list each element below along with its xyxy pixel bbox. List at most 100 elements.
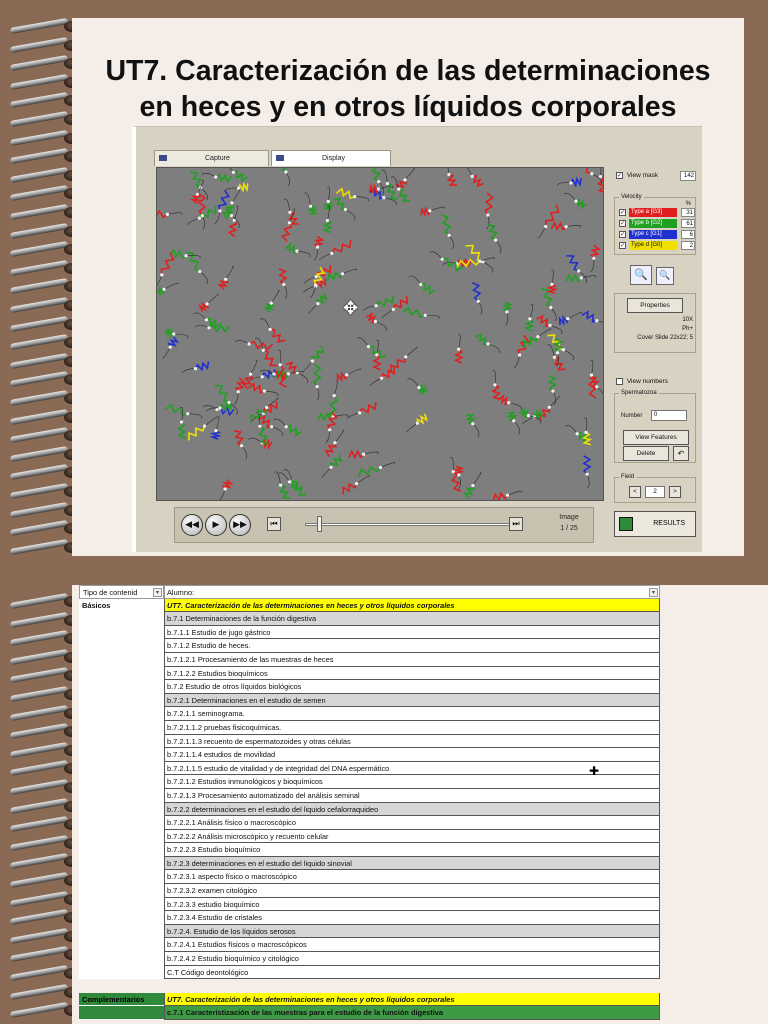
content-type-cell[interactable]: Complementarios	[79, 992, 164, 1007]
content-cell[interactable]: b.7.1.2 Estudio de heces.	[164, 639, 660, 653]
content-type-cell[interactable]	[79, 748, 164, 762]
content-type-cell[interactable]	[79, 843, 164, 857]
velocity-checkbox[interactable]: ✓	[619, 242, 626, 249]
seek-end-button[interactable]: ⏭	[509, 517, 523, 531]
content-cell[interactable]: b.7.1.2.2 Estudios bioquímicos	[164, 666, 660, 681]
content-type-cell[interactable]	[79, 707, 164, 721]
content-type-cell[interactable]	[79, 639, 164, 653]
play-button[interactable]: ▶	[205, 514, 227, 536]
content-cell[interactable]: UT7. Caracterización de las determinacio…	[164, 598, 660, 613]
content-cell[interactable]: b.7.2.4.1 Estudios físicos o macroscópic…	[164, 938, 660, 953]
number-input[interactable]: 0	[651, 410, 687, 421]
field-prev-button[interactable]: <	[629, 486, 641, 498]
sperm-head	[440, 257, 444, 261]
view-features-button[interactable]: View Features	[623, 430, 689, 445]
content-type-cell[interactable]	[79, 680, 164, 694]
content-type-cell[interactable]	[79, 761, 164, 776]
content-cell[interactable]: b.7.2.1.1.4 estudios de movilidad	[164, 748, 660, 762]
content-type-cell[interactable]	[79, 829, 164, 844]
image-slider-track[interactable]	[305, 523, 517, 526]
rewind-button[interactable]: ◀◀	[181, 514, 203, 536]
content-cell[interactable]: b.7.2.1.1 seminograma.	[164, 707, 660, 721]
sperm-tail	[201, 172, 216, 178]
sperm-head	[575, 432, 579, 436]
tab-capture[interactable]: Capture	[154, 150, 269, 166]
zoom-in-icon[interactable]: 🔍	[630, 265, 652, 285]
content-cell[interactable]: b.7.2.2.3 Estudio bioquímico	[164, 843, 660, 857]
header-student[interactable]: Alumno: ▾	[164, 585, 660, 599]
tab-display[interactable]: Display	[271, 150, 391, 166]
content-type-cell[interactable]	[79, 952, 164, 966]
image-slider-thumb[interactable]	[317, 516, 322, 532]
content-cell[interactable]: b.7.2.1.2 Estudios inmunológicos y bioqu…	[164, 775, 660, 789]
content-cell[interactable]: b.7.2.1.1.5 estudio de vitalidad y de in…	[164, 761, 660, 776]
content-type-cell[interactable]	[79, 897, 164, 912]
content-type-cell[interactable]	[79, 1006, 164, 1020]
delete-button[interactable]: Delete	[623, 446, 669, 461]
content-type-cell[interactable]	[79, 734, 164, 749]
properties-button[interactable]: Properties	[627, 298, 683, 313]
filter-dropdown-icon[interactable]: ▾	[153, 588, 162, 597]
content-cell[interactable]: b.7.1.2.1 Procesamiento de las muestras …	[164, 652, 660, 667]
sperm-head	[330, 251, 334, 255]
content-type-cell[interactable]	[79, 816, 164, 830]
content-type-cell[interactable]	[79, 870, 164, 885]
content-type-cell[interactable]	[79, 924, 164, 939]
content-type-cell[interactable]	[79, 625, 164, 640]
view-mask-checkbox[interactable]: ✓	[616, 171, 623, 179]
content-cell[interactable]: b.7.1 Determinaciones de la función dige…	[164, 612, 660, 626]
content-cell[interactable]: C.T Código deontológico	[164, 965, 660, 980]
content-type-cell[interactable]	[79, 938, 164, 953]
velocity-checkbox[interactable]: ✓	[619, 209, 626, 216]
content-type-cell[interactable]	[79, 693, 164, 708]
sperm-head	[526, 414, 531, 418]
content-cell[interactable]: b.7.2 Estudio de otros líquidos biológic…	[164, 680, 660, 694]
content-type-cell[interactable]	[79, 788, 164, 803]
zoom-out-icon[interactable]: 🔍	[656, 267, 674, 285]
content-cell[interactable]: b.7.2.2 determinaciones en el estudio de…	[164, 802, 660, 817]
velocity-checkbox[interactable]: ✓	[619, 231, 626, 238]
content-type-cell[interactable]	[79, 666, 164, 681]
content-cell[interactable]: b.7.2.3.2 examen citológico	[164, 884, 660, 898]
field-next-button[interactable]: >	[669, 486, 681, 498]
sperm-head	[160, 273, 164, 277]
view-numbers-checkbox[interactable]	[616, 377, 623, 385]
content-cell[interactable]: b.7.2.1 Determinaciones en el estudio de…	[164, 693, 660, 708]
content-type-cell[interactable]	[79, 911, 164, 925]
content-type-cell[interactable]	[79, 965, 164, 980]
content-cell[interactable]: c.7.1 Caracteristización de las muestras…	[164, 1006, 660, 1020]
header-content-type[interactable]: Tipo de contenid ▾	[79, 585, 164, 599]
content-cell[interactable]: UT7. Caracterización de las determinacio…	[164, 992, 660, 1007]
table-row: b.7.2.3 determinaciones en el estudio de…	[79, 856, 660, 871]
fast-forward-button[interactable]: ▶▶	[229, 514, 251, 536]
content-cell[interactable]: b.7.2.3 determinaciones en el estudio de…	[164, 856, 660, 871]
content-cell[interactable]: b.7.2.4.2 Estudio bioquímico y citológic…	[164, 952, 660, 966]
content-type-cell[interactable]	[79, 775, 164, 789]
content-cell[interactable]: b.7.2.3.3 estudio bioquímico	[164, 897, 660, 912]
filter-dropdown-icon[interactable]: ▾	[649, 588, 658, 597]
content-type-cell[interactable]	[79, 612, 164, 626]
content-type-cell[interactable]	[79, 884, 164, 898]
sperm-tail	[405, 346, 418, 358]
content-type-cell[interactable]: Básicos	[79, 598, 164, 613]
content-type-cell[interactable]	[79, 802, 164, 817]
content-cell[interactable]: b.7.2.3.4 Estudio de cristales	[164, 911, 660, 925]
velocity-checkbox[interactable]: ✓	[619, 220, 626, 227]
content-type-cell[interactable]	[79, 856, 164, 871]
seek-start-button[interactable]: ⏮	[267, 517, 281, 531]
undo-icon[interactable]: ↶	[673, 446, 689, 461]
content-cell[interactable]: b.7.2.1.1.3 recuento de espermatozoides …	[164, 734, 660, 749]
content-type-cell[interactable]	[79, 652, 164, 667]
content-cell[interactable]: b.7.2.1.1.2 pruebas fisicoquímicas.	[164, 720, 660, 735]
sperm-tail	[486, 214, 490, 230]
results-button[interactable]: RESULTS	[614, 511, 696, 537]
content-type-cell[interactable]	[79, 720, 164, 735]
content-cell[interactable]: b.7.2.2.2 Análisis microscópico y recuen…	[164, 829, 660, 844]
content-cell[interactable]: b.7.2.2.1 Análisis físico o macroscópico	[164, 816, 660, 830]
content-cell[interactable]: b.7.2.1.3 Procesamiento automatizado del…	[164, 788, 660, 803]
microscope-image-viewer[interactable]: ✥	[156, 167, 604, 501]
content-cell[interactable]: b.7.2.4. Estudio de los líquidos serosos	[164, 924, 660, 939]
content-cell[interactable]: b.7.2.3.1 aspecto físico o macroscópico	[164, 870, 660, 885]
sperm-track	[237, 181, 249, 193]
content-cell[interactable]: b.7.1.1 Estudio de jugo gástrico	[164, 625, 660, 640]
